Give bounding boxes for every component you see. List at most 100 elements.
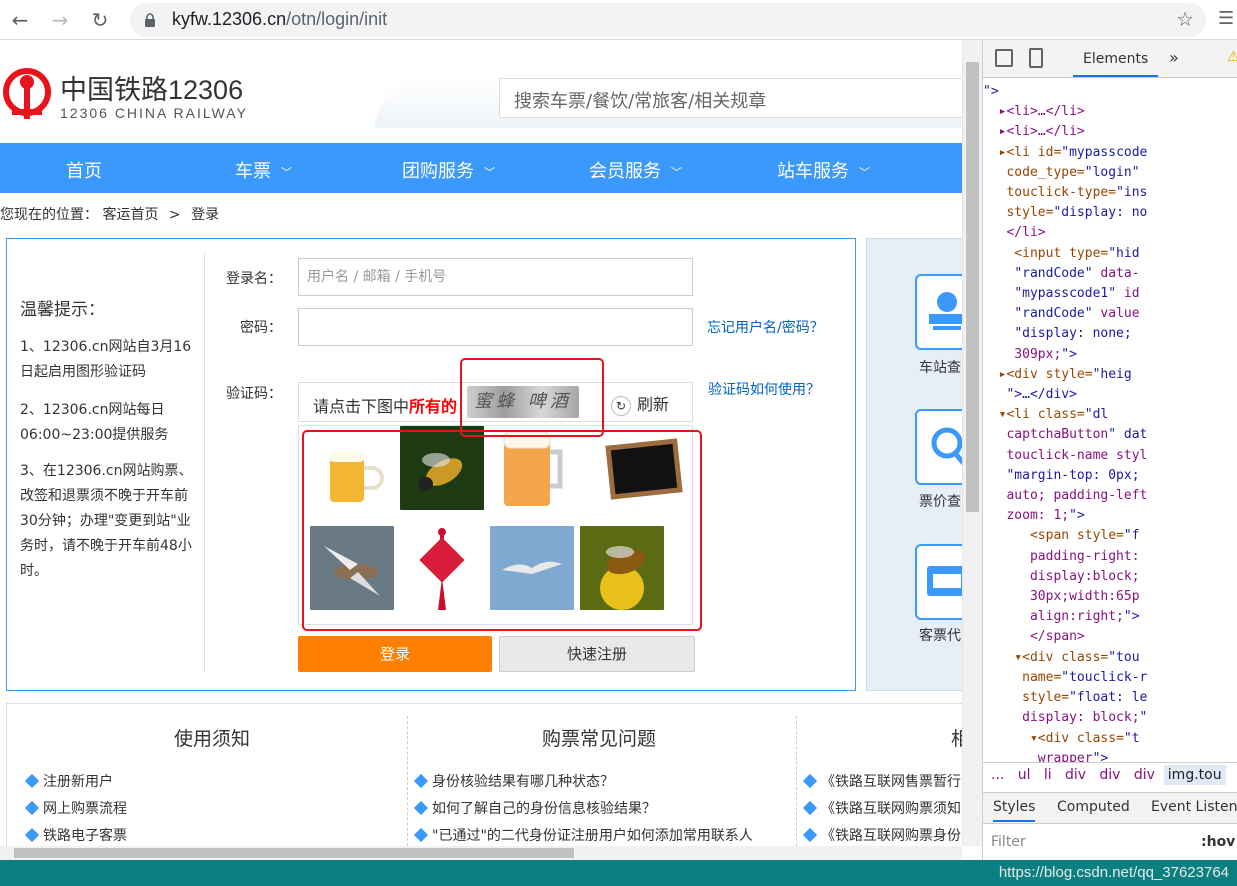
dom-tree-line[interactable]: style="float: le: [983, 688, 1237, 708]
nav-item-station[interactable]: 站车服务 ﹀: [777, 157, 870, 183]
breadcrumb-home-link[interactable]: 客运首页: [102, 207, 158, 223]
help-link[interactable]: "已通过"的二代身份证注册用户如何添加常用联系人: [413, 825, 753, 845]
reload-icon[interactable]: ↻: [88, 8, 112, 32]
warning-icon[interactable]: ⚠: [1227, 49, 1237, 65]
address-bar[interactable]: kyfw.12306.cn/otn/login/init ☆: [130, 3, 1206, 37]
chevron-down-icon: ﹀: [281, 166, 292, 179]
more-tabs-icon[interactable]: »: [1169, 48, 1179, 67]
dom-tree-line[interactable]: zoom: 1;">: [983, 506, 1237, 526]
forward-arrow-icon[interactable]: →: [48, 8, 72, 32]
dom-crumb[interactable]: div: [1134, 767, 1155, 783]
help-link[interactable]: 《铁路互联网售票暂行: [802, 771, 961, 791]
help-link[interactable]: 网上购票流程: [24, 798, 127, 818]
site-search-input[interactable]: 搜索车票/餐饮/常旅客/相关规章: [499, 78, 962, 118]
dom-tree-line[interactable]: captchaButton" dat: [983, 425, 1237, 445]
diamond-bullet-icon: [802, 800, 818, 816]
chalkboard-icon[interactable]: [602, 436, 686, 520]
tab-computed[interactable]: Computed: [1057, 799, 1130, 815]
magnifier-icon[interactable]: [915, 409, 962, 485]
captcha-refresh-button[interactable]: ↻ 刷新: [611, 391, 669, 416]
inspect-element-icon[interactable]: [995, 49, 1013, 67]
dom-tree-line[interactable]: auto; padding-left: [983, 486, 1237, 506]
password-input[interactable]: [298, 308, 693, 346]
dom-tree[interactable]: "> ▸<li>…</li> ▸<li>…</li> ▸<li id="mypa…: [983, 82, 1237, 762]
nav-item-home[interactable]: 首页: [66, 157, 102, 183]
forgot-password-link[interactable]: 忘记用户名/密码？: [707, 317, 824, 337]
dom-tree-line[interactable]: "randCode" value: [983, 304, 1237, 324]
tab-event-listeners[interactable]: Event Listene: [1151, 799, 1237, 815]
tab-styles[interactable]: Styles: [993, 799, 1036, 822]
dom-tree-line[interactable]: display: block;": [983, 708, 1237, 728]
dom-crumb[interactable]: ...: [991, 767, 1004, 783]
dom-tree-line[interactable]: ▸<li>…</li>: [983, 102, 1237, 122]
dom-tree-line[interactable]: "randCode" data-: [983, 264, 1237, 284]
username-input[interactable]: 用户名 / 邮箱 / 手机号: [298, 258, 693, 296]
dom-tree-line[interactable]: ">…</div>: [983, 385, 1237, 405]
ticket-agent-icon[interactable]: [915, 544, 962, 620]
help-link[interactable]: 注册新用户: [24, 771, 113, 791]
main-nav: 首页 车票 ﹀ 团购服务 ﹀ 会员服务 ﹀ 站车服务 ﹀: [0, 143, 962, 193]
dom-tree-line[interactable]: ">: [983, 82, 1237, 102]
login-button[interactable]: 登录: [298, 636, 492, 672]
dom-tree-line[interactable]: padding-right:: [983, 547, 1237, 567]
browser-menu-icon[interactable]: ☰: [1218, 8, 1234, 29]
bird-icon[interactable]: [310, 526, 394, 610]
vertical-scrollbar[interactable]: [962, 40, 982, 846]
scrollbar-thumb[interactable]: [14, 848, 574, 858]
device-toolbar-icon[interactable]: [1029, 48, 1043, 68]
dom-tree-line[interactable]: 309px;">: [983, 345, 1237, 365]
bee-icon[interactable]: [400, 426, 484, 510]
dom-tree-line[interactable]: touclick-type="ins: [983, 183, 1237, 203]
hover-toggle-button[interactable]: :hov: [1201, 834, 1235, 850]
station-icon[interactable]: [915, 274, 962, 350]
dom-tree-line[interactable]: display:block;: [983, 567, 1237, 587]
dom-tree-line[interactable]: ▸<li id="mypasscode: [983, 143, 1237, 163]
help-link[interactable]: 《铁路互联网购票须知: [802, 798, 961, 818]
help-link[interactable]: 身份核验结果有哪几种状态？: [413, 771, 614, 791]
dom-crumb-selected[interactable]: img.tou: [1163, 765, 1226, 785]
dom-crumb[interactable]: ul: [1018, 767, 1031, 783]
dom-tree-line[interactable]: "margin-top: 0px;: [983, 466, 1237, 486]
nav-item-group[interactable]: 团购服务 ﹀: [402, 157, 495, 183]
dom-tree-line[interactable]: ▾<li class="dl: [983, 405, 1237, 425]
beer-glass-icon[interactable]: [490, 426, 574, 510]
nav-item-tickets[interactable]: 车票 ﹀: [235, 157, 292, 183]
bee-on-flower-icon[interactable]: [580, 526, 664, 610]
chevron-down-icon: ﹀: [671, 166, 682, 179]
dom-tree-line[interactable]: wrapper">: [983, 749, 1237, 762]
seagull-icon[interactable]: [490, 526, 574, 610]
dom-tree-line[interactable]: </li>: [983, 223, 1237, 243]
dom-tree-line[interactable]: name="touclick-r: [983, 668, 1237, 688]
dom-tree-line[interactable]: ▸<li>…</li>: [983, 122, 1237, 142]
scrollbar-thumb[interactable]: [966, 62, 979, 512]
captcha-help-link[interactable]: 验证码如何使用？: [708, 379, 820, 399]
dom-tree-line[interactable]: code_type="login": [983, 163, 1237, 183]
nav-item-member[interactable]: 会员服务 ﹀: [589, 157, 682, 183]
bookmark-star-icon[interactable]: ☆: [1176, 7, 1194, 31]
dom-crumb[interactable]: div: [1099, 767, 1120, 783]
dom-tree-line[interactable]: "mypasscode1" id: [983, 284, 1237, 304]
dom-crumb[interactable]: li: [1044, 767, 1052, 783]
dom-tree-line[interactable]: <span style="f: [983, 526, 1237, 546]
dom-crumb[interactable]: div: [1065, 767, 1086, 783]
dom-tree-line[interactable]: ▾<div class="tou: [983, 648, 1237, 668]
help-link[interactable]: 铁路电子客票: [24, 825, 127, 845]
dom-tree-line[interactable]: "display: none;: [983, 324, 1237, 344]
dom-tree-line[interactable]: 30px;width:65p: [983, 587, 1237, 607]
dom-tree-line[interactable]: <input type="hid: [983, 244, 1237, 264]
beer-mug-icon[interactable]: [310, 436, 394, 520]
help-link[interactable]: 《铁路互联网购票身份: [802, 825, 961, 845]
register-button[interactable]: 快速注册: [499, 636, 695, 672]
dom-tree-line[interactable]: ▾<div class="t: [983, 729, 1237, 749]
dom-tree-line[interactable]: touclick-name styl: [983, 446, 1237, 466]
dom-tree-line[interactable]: </span>: [983, 627, 1237, 647]
chinese-knot-icon[interactable]: [400, 526, 484, 610]
help-link[interactable]: 如何了解自己的身份信息核验结果？: [413, 798, 656, 818]
back-arrow-icon[interactable]: ←: [8, 8, 32, 32]
dom-tree-line[interactable]: align:right;">: [983, 607, 1237, 627]
tab-elements[interactable]: Elements: [1073, 40, 1159, 77]
filter-input[interactable]: Filter: [991, 834, 1026, 850]
dom-tree-line[interactable]: style="display: no: [983, 203, 1237, 223]
horizontal-scrollbar[interactable]: [0, 846, 962, 860]
dom-tree-line[interactable]: ▸<div style="heig: [983, 365, 1237, 385]
